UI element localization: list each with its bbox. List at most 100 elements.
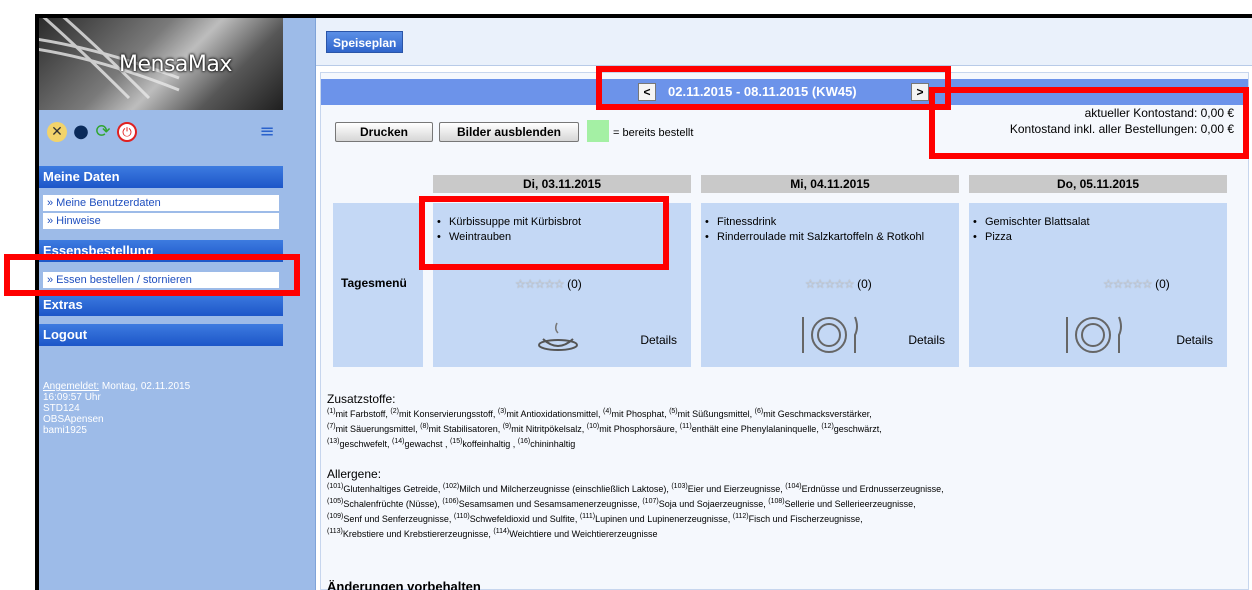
login-label[interactable]: Angemeldet: (43, 381, 99, 392)
additives-title: Zusatzstoffe: (327, 392, 396, 406)
tagesmenu-row-label: Tagesmenü (333, 203, 423, 367)
tab-speiseplan[interactable]: Speiseplan (326, 31, 404, 53)
section-meine-daten[interactable]: Meine Daten (39, 166, 283, 188)
day-header-2: Mi, 04.11.2015 (701, 175, 959, 193)
power-icon[interactable]: ⏻ (117, 122, 137, 142)
link-meine-benutzerdaten[interactable]: » Meine Benutzerdaten (43, 195, 279, 211)
week-navigation: < 02.11.2015 - 08.11.2015 (KW45) > (321, 79, 1248, 105)
tagesmenu-label-text: Tagesmenü (341, 276, 407, 290)
prev-week-button[interactable]: < (638, 83, 656, 101)
link-essen-bestellen[interactable]: » Essen bestellen / stornieren (43, 272, 279, 288)
legend-entry: (16)chininhaltig (517, 438, 576, 449)
rating-stars-icon[interactable]: ☆☆☆☆☆ (805, 277, 855, 291)
login-date: Montag, 02.11.2015 (99, 381, 191, 392)
rating-stars-icon[interactable]: ☆☆☆☆☆ (1103, 277, 1153, 291)
legend-entry: (13)geschwefelt, (327, 438, 392, 449)
rating-stars-icon[interactable]: ☆☆☆☆☆ (515, 277, 565, 291)
legend-entry: (106)Sesamsamen und Sesamsamenerzeugniss… (442, 498, 643, 509)
legend-entry: (7)mit Säuerungsmittel, (327, 423, 421, 434)
legend-entry: (15)koffeinhaltig , (449, 438, 518, 449)
legend-entry: (2)mit Konservierungsstoff, (390, 408, 498, 419)
day-header-3: Do, 05.11.2015 (969, 175, 1227, 193)
soup-bowl-icon (538, 322, 578, 351)
login-user: bami1925 (43, 425, 87, 436)
ordered-legend-text: = bereits bestellt (613, 127, 694, 139)
plate-cutlery-icon (802, 316, 858, 353)
menu-item: Weintrauben (437, 230, 581, 245)
legend-entry: (10)mit Phosphorsäure, (586, 423, 680, 434)
legend-entry: (105)Schalenfrüchte (Nüsse), (327, 498, 443, 509)
menu-items: Fitnessdrink Rinderroulade mit Salzkarto… (705, 215, 945, 245)
changes-reserved-note: Änderungen vorbehalten (327, 579, 481, 590)
rating[interactable]: ☆☆☆☆☆ (0) (1103, 277, 1170, 291)
plate-cutlery-icon (1066, 316, 1122, 353)
rating[interactable]: ☆☆☆☆☆ (0) (805, 277, 872, 291)
section-logout[interactable]: Logout (39, 324, 283, 346)
current-balance: aktueller Kontostand: 0,00 € (1084, 106, 1234, 120)
login-line4: OBSApensen (43, 414, 104, 425)
legend-entry: (111)Lupinen und Lupinenerzeugnisse, (579, 513, 733, 524)
settings-icon[interactable]: ✕ (47, 122, 67, 142)
details-link[interactable]: Details (640, 333, 677, 347)
balance-incl-orders: Kontostand inkl. aller Bestellungen: 0,0… (1009, 122, 1234, 136)
day-card-3[interactable]: Gemischter Blattsalat Pizza ☆☆☆☆☆ (0) De… (969, 203, 1227, 367)
legend-entry: (102)Milch und Milcherzeugnisse (einschl… (442, 483, 672, 494)
legend-entry: (11)enthält eine Phenylalaninquelle, (679, 423, 822, 434)
print-button[interactable]: Drucken (335, 122, 433, 142)
link-hinweise[interactable]: » Hinweise (43, 213, 279, 229)
legend-entry: (104)Erdnüsse und Erdnusserzeugnisse, (785, 483, 944, 494)
day-card-2[interactable]: Fitnessdrink Rinderroulade mit Salzkarto… (701, 203, 959, 367)
allergens-list: (101)Glutenhaltiges Getreide, (102)Milch… (327, 482, 1237, 542)
tab-strip: Speiseplan (316, 18, 1252, 66)
hide-images-button[interactable]: Bilder ausblenden (439, 122, 579, 142)
legend-entry: (107)Soja und Sojaerzeugnisse, (642, 498, 769, 509)
details-link[interactable]: Details (1176, 333, 1213, 347)
ordered-legend-swatch (587, 120, 609, 142)
rating[interactable]: ☆☆☆☆☆ (0) (515, 277, 582, 291)
menu-item: Rinderroulade mit Salzkartoffeln & Rotko… (705, 230, 945, 245)
day-card-1[interactable]: Kürbissuppe mit Kürbisbrot Weintrauben ☆… (433, 203, 691, 367)
legend-entry: (110)Schwefeldioxid und Sulfite, (453, 513, 580, 524)
legend-entry: (6)mit Geschmacksverstärker, (754, 408, 872, 419)
section-extras[interactable]: Extras (39, 294, 283, 316)
legend-entry: (12)geschwärzt, (821, 423, 882, 434)
legend-entry: (8)mit Stabilisatoren, (420, 423, 503, 434)
login-time: 16:09:57 Uhr (43, 392, 101, 403)
legend-entry: (108)Sellerie und Sellerieerzeugnisse, (768, 498, 916, 509)
legend-entry: (112)Fisch und Fischerzeugnisse, (732, 513, 863, 524)
app-logo: MensaMax (39, 18, 283, 110)
rating-count: (0) (567, 277, 582, 291)
menu-panel: < 02.11.2015 - 08.11.2015 (KW45) > Druck… (320, 72, 1249, 590)
slide-banner (40, 0, 1050, 8)
quick-icon-bar: ✕ ● ⟳ ⏻ ≡ (47, 120, 309, 146)
additives-and-allergens: Zusatzstoffe: (1)mit Farbstoff, (2)mit K… (327, 391, 1237, 542)
details-link[interactable]: Details (908, 333, 945, 347)
main-content: Speiseplan < 02.11.2015 - 08.11.2015 (KW… (315, 18, 1252, 590)
legend-entry: (4)mit Phosphat, (602, 408, 670, 419)
menu-items: Gemischter Blattsalat Pizza (973, 215, 1090, 245)
legend-entry: (101)Glutenhaltiges Getreide, (327, 483, 443, 494)
legend-entry: (9)mit Nitritpökelsalz, (502, 423, 587, 434)
login-line3: STD124 (43, 403, 80, 414)
rating-count: (0) (1155, 277, 1170, 291)
rating-count: (0) (857, 277, 872, 291)
section-essensbestellung[interactable]: Essensbestellung (39, 240, 283, 262)
legend-entry: (1)mit Farbstoff, (327, 408, 391, 419)
legend-entry: (14)gewachst , (391, 438, 450, 449)
legend-entry: (5)mit Süßungsmittel, (669, 408, 755, 419)
menu-items: Kürbissuppe mit Kürbisbrot Weintrauben (437, 215, 581, 245)
legend-entry: (109)Senf und Senferzeugnisse, (327, 513, 454, 524)
menu-icon[interactable]: ≡ (257, 122, 277, 142)
legend-entry: (103)Eier und Eierzeugnisse, (671, 483, 786, 494)
legend-entry: (114)Weichtiere und Weichtiererzeugnisse (493, 528, 658, 539)
week-range: 02.11.2015 - 08.11.2015 (KW45) (668, 84, 857, 99)
menu-item: Pizza (973, 230, 1090, 245)
account-balance: aktueller Kontostand: 0,00 € Kontostand … (1010, 105, 1234, 137)
menu-item: Fitnessdrink (705, 215, 945, 230)
legend-entry: (113)Krebstiere und Krebstiererzeugnisse… (327, 528, 494, 539)
user-icon[interactable]: ● (71, 122, 91, 142)
next-week-button[interactable]: > (911, 83, 929, 101)
refresh-icon[interactable]: ⟳ (93, 122, 113, 142)
screenshot-stage: MensaMax ✕ ● ⟳ ⏻ ≡ Meine Daten » Meine B… (0, 0, 1252, 590)
sidebar: MensaMax ✕ ● ⟳ ⏻ ≡ Meine Daten » Meine B… (39, 18, 315, 590)
